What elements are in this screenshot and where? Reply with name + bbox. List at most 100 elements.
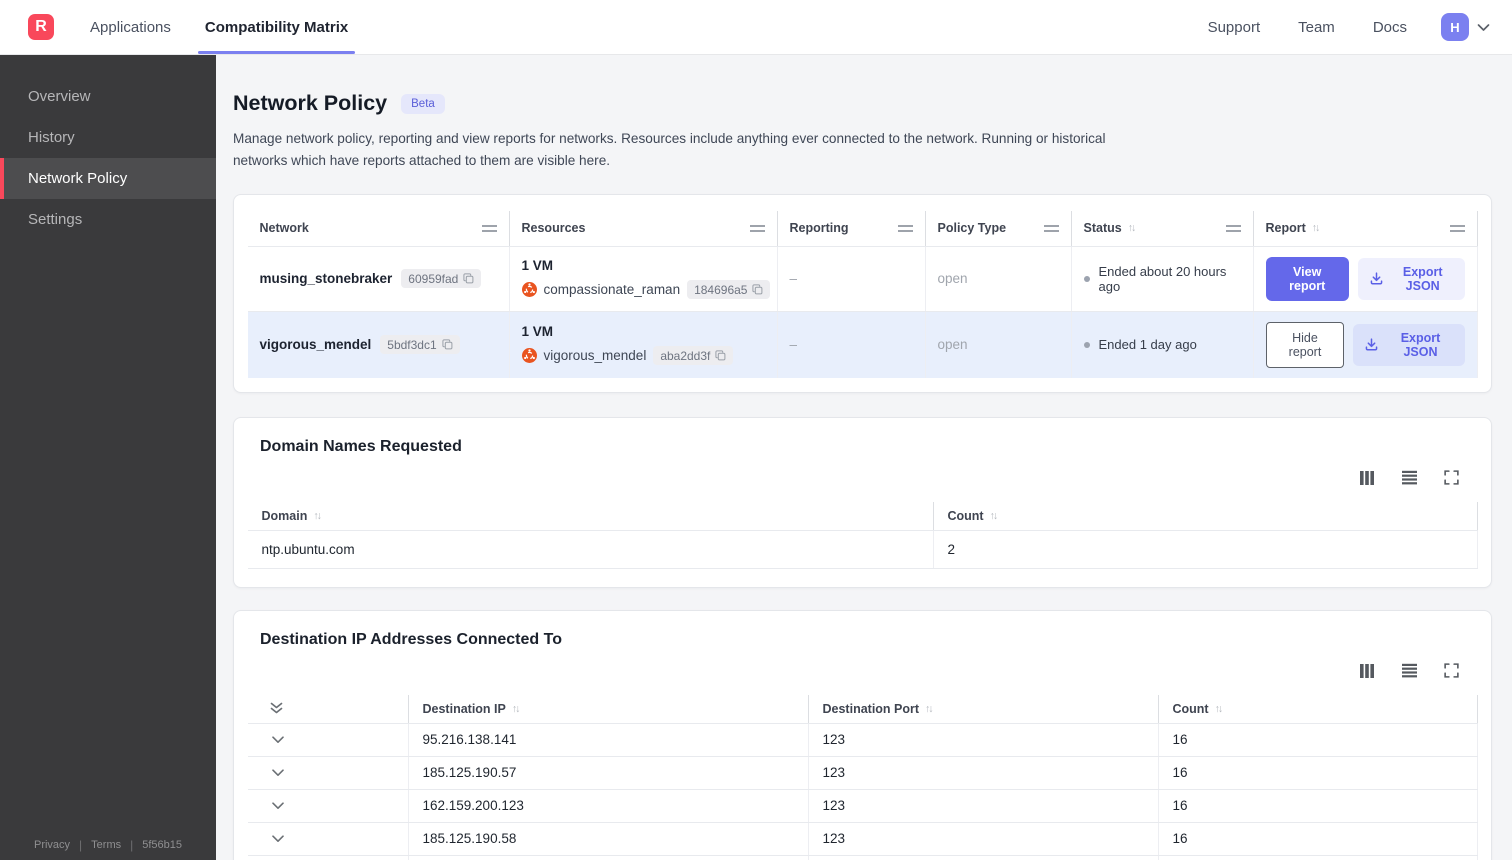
sidebar-item-history[interactable]: History — [0, 117, 216, 158]
domains-card-title: Domain Names Requested — [260, 437, 462, 455]
status-text: Ended 1 day ago — [1098, 337, 1197, 352]
reporting-value: – — [789, 271, 798, 286]
resource-hash: 184696a5 — [694, 282, 748, 297]
column-header-policy-type: Policy Type — [924, 210, 1071, 246]
column-header-domain: Domain ↑↓ — [248, 502, 933, 530]
expand-row-chevron-icon[interactable] — [271, 834, 284, 843]
beta-badge: Beta — [401, 93, 445, 114]
resource-name: vigorous_mendel — [543, 348, 647, 363]
networks-table-header: Network Resources Reporting Policy Type — [247, 210, 1478, 247]
footer-terms-link[interactable]: Terms — [91, 839, 121, 851]
sidebar-item-settings[interactable]: Settings — [0, 199, 216, 240]
footer-divider: | — [79, 838, 83, 852]
column-label: Destination IP — [422, 701, 506, 716]
sort-icon[interactable]: ↑↓ — [925, 703, 933, 715]
column-label: Destination Port — [822, 701, 920, 716]
rows-icon[interactable] — [1401, 470, 1418, 485]
sort-icon[interactable]: ↑↓ — [313, 510, 321, 522]
nav-docs[interactable]: Docs — [1373, 19, 1407, 36]
destination-row: 185.125.190.58 123 16 — [247, 822, 1478, 856]
expand-icon[interactable] — [1444, 663, 1459, 678]
chevron-down-icon[interactable] — [1477, 23, 1490, 32]
vm-count: 1 VM — [521, 258, 554, 273]
columns-icon[interactable] — [1359, 470, 1375, 486]
copy-icon[interactable] — [752, 284, 763, 295]
tab-applications[interactable]: Applications — [90, 0, 171, 54]
sort-icon[interactable]: ↑↓ — [1128, 222, 1136, 234]
expand-row-chevron-icon[interactable] — [271, 768, 284, 777]
double-chevron-down-icon[interactable] — [270, 702, 283, 715]
export-json-label: Export JSON — [1400, 330, 1441, 359]
export-json-button[interactable]: Export JSON — [1353, 323, 1465, 366]
column-header-resources: Resources — [508, 210, 777, 246]
destination-ip-cell: 95.216.100.21 — [407, 855, 808, 860]
network-hash-pill: 5bdf3dc1 — [380, 335, 460, 354]
column-header-report: Report ↑↓ — [1252, 210, 1478, 246]
column-label: Network — [259, 221, 309, 235]
table-toolbar — [246, 661, 1459, 681]
destination-ip-cell: 185.125.190.57 — [407, 756, 808, 789]
column-label: Policy Type — [937, 221, 1007, 235]
destination-row: 95.216.100.21 123 16 — [248, 855, 1478, 860]
network-row: vigorous_mendel 5bdf3dc1 1 VM vigorous_m… — [247, 310, 1478, 378]
network-name: musing_stonebraker — [259, 271, 393, 286]
status-dot — [1083, 275, 1090, 282]
sort-icon[interactable]: ↑↓ — [1312, 222, 1320, 234]
avatar[interactable]: H — [1441, 13, 1469, 41]
download-icon — [1364, 337, 1379, 352]
copy-icon[interactable] — [463, 273, 474, 284]
view-report-button[interactable]: View report — [1265, 256, 1349, 301]
column-header-destination-port: Destination Port ↑↓ — [807, 694, 1158, 723]
sidebar-item-network-policy[interactable]: Network Policy — [0, 158, 216, 199]
tab-compatibility-matrix[interactable]: Compatibility Matrix — [197, 0, 356, 54]
domain-cell: ntp.ubuntu.com — [261, 541, 355, 557]
columns-icon[interactable] — [1359, 663, 1375, 679]
copy-icon[interactable] — [442, 339, 453, 350]
copy-icon[interactable] — [715, 350, 726, 361]
page-title: Network Policy — [233, 91, 388, 115]
column-menu-icon[interactable] — [1225, 224, 1241, 232]
secondary-nav: Support Team Docs — [1208, 19, 1407, 36]
sort-icon[interactable]: ↑↓ — [990, 510, 998, 522]
table-toolbar — [246, 468, 1459, 488]
app-logo[interactable]: R — [28, 14, 54, 40]
nav-team[interactable]: Team — [1298, 19, 1335, 36]
resource-name: compassionate_raman — [543, 282, 681, 297]
sort-icon[interactable]: ↑↓ — [512, 703, 520, 715]
hide-report-button[interactable]: Hide report — [1265, 321, 1345, 368]
rows-icon[interactable] — [1401, 663, 1418, 678]
column-menu-icon[interactable] — [897, 224, 913, 232]
column-label: Domain — [261, 508, 308, 523]
destination-count-cell: 16 — [1157, 855, 1478, 860]
network-hash: 60959fad — [408, 271, 459, 286]
column-header-count: Count ↑↓ — [1157, 694, 1478, 723]
column-menu-icon[interactable] — [1449, 224, 1465, 232]
ubuntu-icon — [521, 282, 537, 297]
destination-port-cell: 123 — [807, 822, 1158, 855]
networks-table: Network Resources Reporting Policy Type — [247, 210, 1478, 378]
nav-support[interactable]: Support — [1208, 19, 1261, 36]
column-menu-icon[interactable] — [481, 224, 497, 232]
column-header-reporting: Reporting — [776, 210, 925, 246]
domain-row: ntp.ubuntu.com 2 — [247, 530, 1478, 569]
status-dot — [1083, 341, 1090, 348]
destinations-card: Destination IP Addresses Connected To De… — [233, 609, 1492, 860]
column-label: Report — [1265, 221, 1306, 235]
expand-row-chevron-icon[interactable] — [271, 801, 284, 810]
destination-count-cell: 16 — [1157, 789, 1478, 822]
footer-privacy-link[interactable]: Privacy — [34, 839, 70, 851]
expand-row-chevron-icon[interactable] — [271, 735, 284, 744]
destination-count-cell: 16 — [1157, 822, 1478, 855]
sidebar-item-overview[interactable]: Overview — [0, 76, 216, 117]
ubuntu-icon — [521, 348, 537, 363]
network-hash-pill: 60959fad — [401, 269, 482, 288]
expand-icon[interactable] — [1444, 470, 1459, 485]
column-menu-icon[interactable] — [749, 224, 765, 232]
network-hash: 5bdf3dc1 — [387, 337, 437, 352]
sort-icon[interactable]: ↑↓ — [1215, 703, 1223, 715]
export-json-button[interactable]: Export JSON — [1357, 257, 1465, 300]
resource-hash: aba2dd3f — [660, 348, 711, 363]
primary-nav: Applications Compatibility Matrix — [90, 0, 356, 54]
column-menu-icon[interactable] — [1043, 224, 1059, 232]
destination-port-cell: 123 — [807, 723, 1158, 756]
